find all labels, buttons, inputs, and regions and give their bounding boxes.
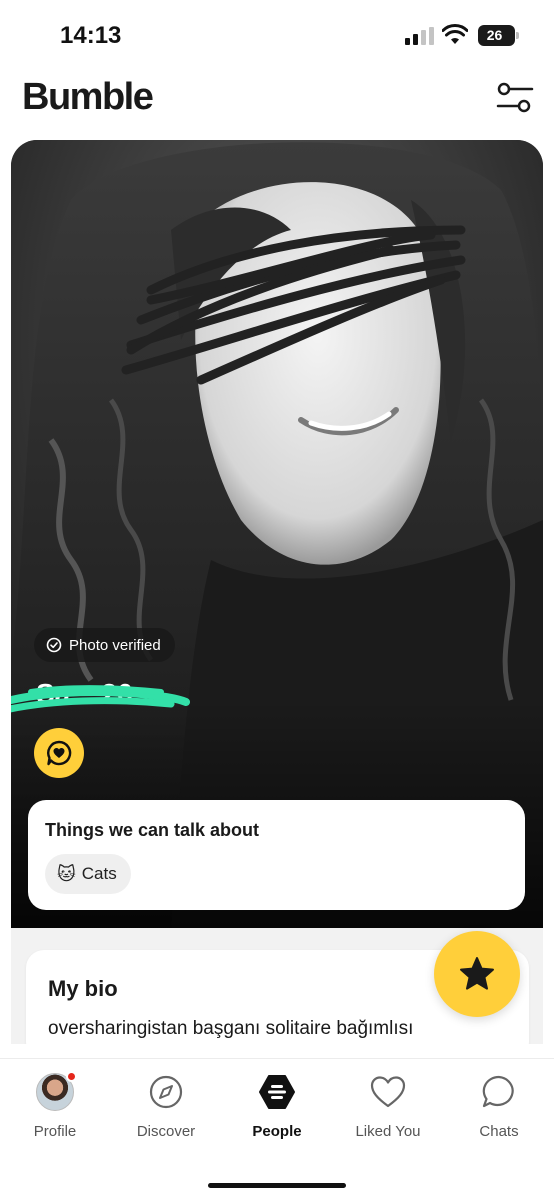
bio-title: My bio: [48, 976, 118, 1001]
compliment-button[interactable]: [34, 728, 84, 778]
nav-label-people: People: [252, 1123, 302, 1140]
nav-item-chats[interactable]: Chats: [444, 1073, 554, 1163]
superswipe-button[interactable]: [434, 931, 520, 1017]
wifi-icon: [442, 24, 468, 44]
status-time: 14:13: [60, 22, 122, 49]
chat-bubble-icon: [482, 1075, 514, 1108]
filter-sliders-icon[interactable]: [494, 80, 534, 116]
verified-label: Photo verified: [69, 636, 161, 654]
name-redaction-scribble: [11, 685, 190, 713]
star-icon: [460, 957, 494, 990]
app-header: Bumble: [0, 70, 554, 130]
nav-item-discover[interactable]: Discover: [111, 1073, 221, 1163]
battery-icon: 26: [478, 25, 519, 46]
app-logo: Bumble: [22, 76, 154, 118]
talk-about-card: Things we can talk about 🐱 Cats: [28, 800, 525, 910]
verified-check-icon: [46, 637, 62, 653]
bumble-hex-icon: [259, 1075, 295, 1109]
bio-text: oversharingistan başganı solitaire bağım…: [48, 1018, 414, 1039]
topic-chip-cats[interactable]: 🐱 Cats: [45, 854, 131, 894]
battery-level: 26: [486, 27, 503, 43]
photo-verified-badge[interactable]: Photo verified: [34, 628, 175, 662]
profile-card[interactable]: Photo verified Sa... 26 Things we can ta…: [11, 140, 543, 1040]
avatar: [36, 1071, 77, 1111]
heart-icon: [370, 1076, 406, 1108]
content-clip: [0, 1044, 554, 1058]
nav-item-people[interactable]: People: [222, 1073, 332, 1163]
nav-item-profile[interactable]: Profile: [0, 1071, 110, 1163]
home-indicator[interactable]: [208, 1183, 346, 1188]
signal-icon: [405, 27, 434, 45]
nav-label-chats: Chats: [479, 1123, 519, 1140]
status-bar: 14:13 26: [0, 0, 554, 70]
nav-label-discover: Discover: [136, 1123, 196, 1140]
notification-dot: [66, 1071, 77, 1082]
nav-label-liked-you: Liked You: [355, 1123, 421, 1140]
nav-item-liked-you[interactable]: Liked You: [333, 1073, 443, 1163]
nav-label-profile: Profile: [33, 1123, 77, 1140]
bottom-nav: Profile Discover People Liked You Chats: [0, 1058, 554, 1199]
talk-about-title: Things we can talk about: [45, 820, 260, 840]
cat-emoji-icon: 🐱: [57, 863, 76, 884]
compass-icon: [149, 1075, 183, 1109]
heart-chat-icon: [47, 740, 72, 766]
topic-label: Cats: [81, 864, 117, 883]
